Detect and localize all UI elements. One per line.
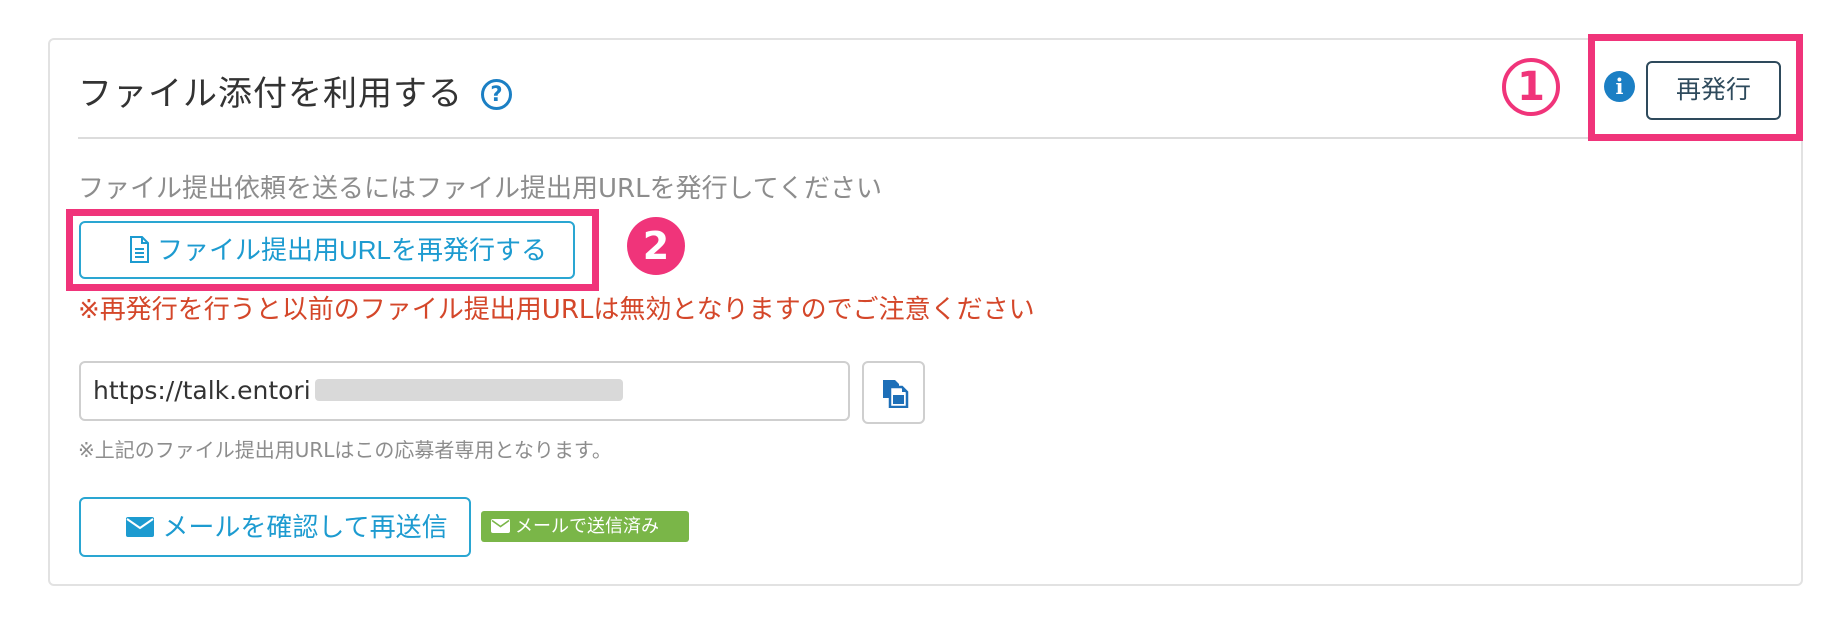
mail-sent-badge-label: メールで送信済み	[515, 516, 659, 537]
submission-url-value: https://talk.entori	[93, 376, 311, 405]
url-instruction-text: ファイル提出依頼を送るにはファイル提出用URLを発行してください	[78, 174, 883, 204]
resend-mail-button[interactable]: メールを確認して再送信	[79, 497, 471, 557]
resend-mail-label: メールを確認して再送信	[162, 512, 448, 542]
copy-icon	[883, 380, 909, 408]
panel-title: ファイル添付を利用する	[78, 74, 463, 114]
url-redaction-blur	[314, 379, 623, 401]
annotation-marker-1: 1	[1502, 58, 1560, 116]
submission-url-field[interactable]: https://talk.entori	[79, 361, 850, 421]
envelope-icon	[491, 518, 510, 533]
envelope-icon	[126, 516, 155, 537]
annotation-box-1	[1588, 34, 1803, 141]
help-icon[interactable]: ?	[481, 79, 512, 110]
reissue-warning-text: ※再発行を行うと以前のファイル提出用URLは無効となりますのでご注意ください	[78, 295, 1035, 325]
title-divider	[78, 137, 1776, 139]
annotation-box-2	[66, 209, 599, 291]
url-note-text: ※上記のファイル提出用URLはこの応募者専用となります。	[78, 438, 612, 462]
annotation-marker-2: 2	[627, 217, 685, 275]
copy-url-button[interactable]	[862, 361, 925, 424]
mail-sent-badge: メールで送信済み	[481, 511, 689, 542]
